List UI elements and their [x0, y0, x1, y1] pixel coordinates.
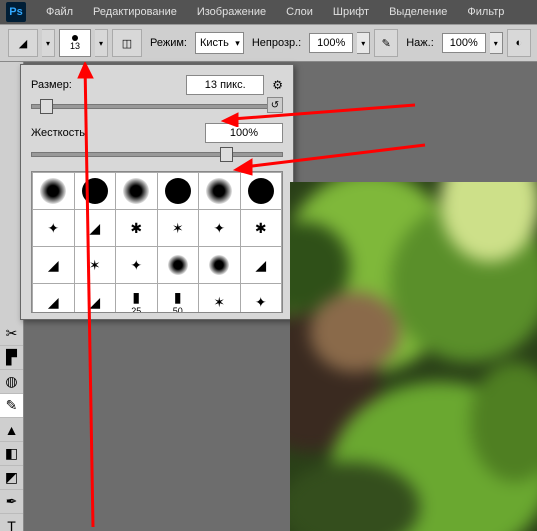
preset-swatch[interactable]: ◢: [240, 247, 282, 284]
airbrush-button[interactable]: ◐: [507, 29, 531, 57]
preset-swatch[interactable]: [74, 173, 116, 210]
options-bar: ◢ ▾ 13 ▾ ◫ Режим: Кисть Непрозр.: 100% ▾…: [0, 24, 537, 62]
tool-pen[interactable]: ✒: [0, 490, 23, 514]
tool-preset-button[interactable]: ◢: [8, 29, 38, 57]
preset-swatch[interactable]: ✶: [74, 247, 116, 284]
preset-swatch[interactable]: [199, 247, 241, 284]
menu-select[interactable]: Выделение: [379, 6, 457, 18]
preset-swatch[interactable]: [33, 173, 75, 210]
preset-swatch[interactable]: [157, 173, 199, 210]
gear-icon[interactable]: ⚙: [272, 78, 283, 92]
hardness-input[interactable]: 100%: [205, 123, 283, 143]
menu-type[interactable]: Шрифт: [323, 6, 379, 18]
tool-stamp[interactable]: ▲: [0, 418, 23, 442]
brush-preset-panel: Размер: 13 пикс. ⚙ ↺ Жесткость: 100%: [20, 64, 294, 320]
brush-preset-dropdown[interactable]: ▾: [95, 29, 108, 57]
mode-select[interactable]: Кисть: [195, 32, 244, 54]
opacity-label: Непрозр.:: [252, 37, 301, 49]
hardness-label: Жесткость:: [31, 127, 101, 139]
tool-eyedropper[interactable]: ▛: [0, 346, 23, 370]
size-label: Размер:: [31, 79, 101, 91]
workspace: ✂ ▛ ◍ ✎ ▲ ◧ ◩ ✒ T ▷ Размер: 13 пикс. ⚙ ↺…: [0, 62, 537, 531]
tool-healing[interactable]: ◍: [0, 370, 23, 394]
preset-swatch[interactable]: ✱: [116, 210, 158, 247]
tool-gradient[interactable]: ◩: [0, 466, 23, 490]
preset-swatch[interactable]: ✶: [157, 210, 199, 247]
flow-label: Наж.:: [406, 37, 434, 49]
tool-preset-dropdown[interactable]: ▾: [42, 29, 55, 57]
size-input[interactable]: 13 пикс.: [186, 75, 264, 95]
preset-swatch[interactable]: ✦: [240, 284, 282, 314]
pressure-opacity-button[interactable]: ✎: [374, 29, 398, 57]
brush-panel-toggle[interactable]: ◫: [112, 29, 142, 57]
size-slider-thumb[interactable]: [40, 99, 53, 114]
document-canvas[interactable]: [290, 182, 537, 531]
preset-swatch[interactable]: [157, 247, 199, 284]
menu-filter[interactable]: Фильтр: [457, 6, 514, 18]
tool-eraser[interactable]: ◧: [0, 442, 23, 466]
preset-swatch[interactable]: ✦: [33, 210, 75, 247]
brush-size-readout: 13: [70, 41, 80, 51]
app-logo: Ps: [6, 2, 26, 22]
blurred-image: [290, 182, 537, 531]
slider-track: [31, 104, 283, 109]
menu-bar: Ps Файл Редактирование Изображение Слои …: [0, 0, 537, 24]
menu-file[interactable]: Файл: [36, 6, 83, 18]
hardness-slider[interactable]: [31, 147, 283, 161]
size-slider[interactable]: ↺: [31, 99, 283, 113]
preset-swatch[interactable]: ◢: [33, 247, 75, 284]
preset-swatch[interactable]: ✶: [199, 284, 241, 314]
preset-swatch[interactable]: [240, 173, 282, 210]
tool-type[interactable]: T: [0, 514, 23, 531]
hardness-slider-thumb[interactable]: [220, 147, 233, 162]
preset-swatch[interactable]: ▮50: [157, 284, 199, 314]
tool-crop[interactable]: ✂: [0, 322, 23, 346]
preset-swatch[interactable]: ✱: [240, 210, 282, 247]
flow-input[interactable]: 100%: [442, 33, 486, 53]
tool-brush[interactable]: ✎: [0, 394, 23, 418]
opacity-input[interactable]: 100%: [309, 33, 353, 53]
menu-image[interactable]: Изображение: [187, 6, 276, 18]
restore-brush-button[interactable]: ↺: [267, 97, 283, 113]
slider-track: [31, 152, 283, 157]
brush-presets-grid[interactable]: ✦ ◢ ✱ ✶ ✦ ✱ ◢ ✶ ✦ ◢ ◢ ◢: [31, 171, 283, 313]
preset-swatch[interactable]: ◢: [74, 284, 116, 314]
mode-label: Режим:: [150, 37, 187, 49]
preset-swatch[interactable]: ▮25: [116, 284, 158, 314]
preset-swatch[interactable]: ◢: [33, 284, 75, 314]
menu-layer[interactable]: Слои: [276, 6, 323, 18]
preset-swatch[interactable]: [199, 173, 241, 210]
flow-dropdown[interactable]: ▾: [490, 32, 503, 54]
preset-swatch[interactable]: [116, 173, 158, 210]
menu-edit[interactable]: Редактирование: [83, 6, 187, 18]
brush-preview[interactable]: 13: [59, 29, 91, 57]
preset-swatch[interactable]: ◢: [74, 210, 116, 247]
opacity-dropdown[interactable]: ▾: [357, 32, 370, 54]
preset-swatch[interactable]: ✦: [116, 247, 158, 284]
preset-swatch[interactable]: ✦: [199, 210, 241, 247]
